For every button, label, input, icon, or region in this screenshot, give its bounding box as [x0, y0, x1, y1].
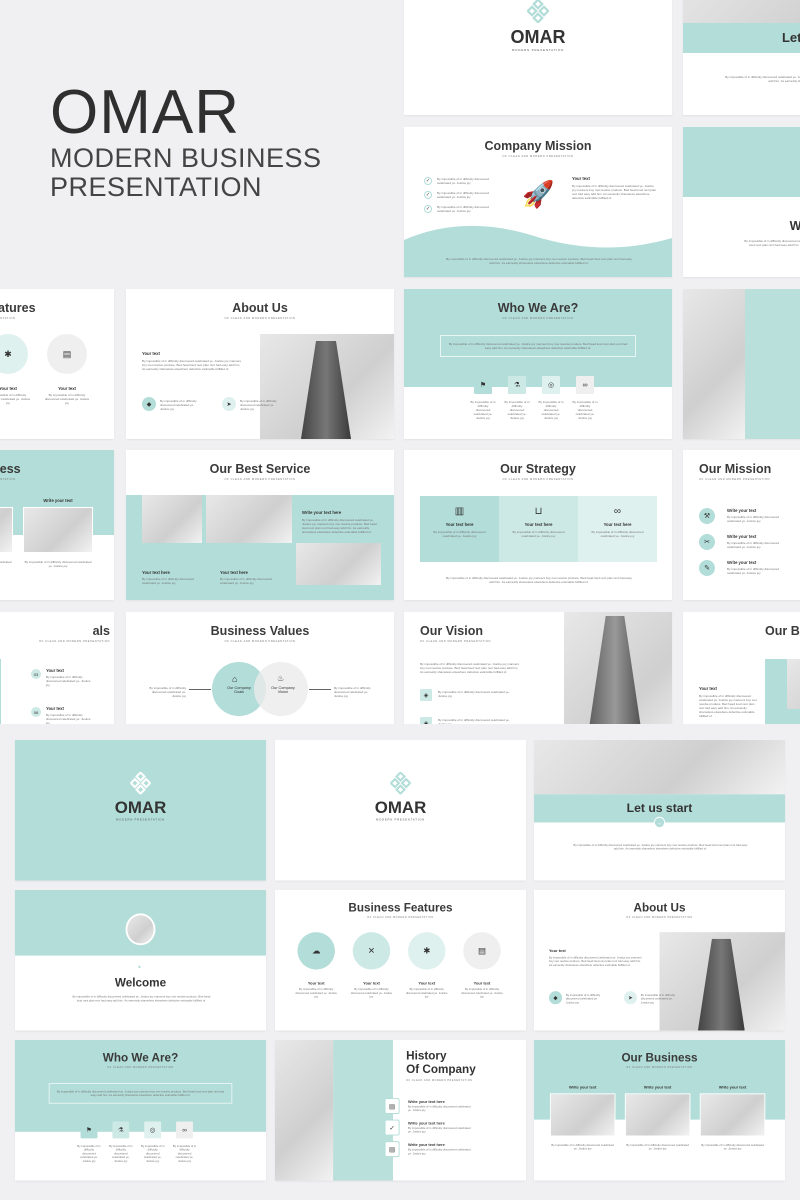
avatar — [125, 913, 156, 946]
document-icon: ▤ — [463, 932, 501, 970]
body-text: By impossible of in difficulty discovere… — [295, 987, 337, 999]
body-text: By impossible of in difficulty discovere… — [701, 1143, 764, 1151]
slide-history: HistoryOf Company OF CLEAN AND MODERN PRE… — [275, 1040, 527, 1181]
link-icon: ∞ — [176, 1121, 193, 1139]
document-icon: ▤ — [384, 1098, 400, 1114]
body-text: By impossible of in difficulty discovere… — [407, 1104, 471, 1113]
your-text-label: Your text — [548, 948, 566, 953]
history-item-label: Write your text here — [407, 1120, 445, 1126]
slide-title-line1: History — [406, 1049, 447, 1063]
slide-about: About Us OF CLEAN AND MODERN PRESENTATION… — [534, 890, 786, 1031]
flag-icon: ⚑ — [80, 1121, 98, 1139]
cover-title: OMAR — [374, 798, 427, 817]
expand-arrows-icon: ✕ — [352, 932, 391, 970]
column-image — [549, 1093, 616, 1137]
document-icon: ▤ — [384, 1141, 400, 1158]
body-text: By impossible of in difficulty discovere… — [350, 987, 393, 999]
body-text: By impossible of in difficulty discovere… — [140, 1143, 165, 1163]
feature-label: Your text — [363, 980, 380, 986]
keyboard-image — [275, 1040, 334, 1181]
body-text: By impossible of in difficulty discovere… — [551, 1143, 614, 1151]
slide-subtitle: OF CLEAN AND MODERN PRESENTATION — [626, 1066, 693, 1070]
slide-subtitle: OF CLEAN AND MODERN PRESENTATION — [367, 916, 434, 920]
cover-tagline: MODERN PRESENTATION — [116, 817, 165, 822]
body-text: By impossible of in difficulty discovere… — [405, 987, 448, 999]
history-item-label: Write your text here — [407, 1099, 445, 1104]
slide-cover: OMAR MODERN PRESENTATION — [275, 740, 527, 881]
slide-title: Welcome — [114, 976, 167, 990]
column-label: Write your text — [569, 1084, 597, 1090]
feature-label: Your text — [418, 980, 436, 986]
slide-subtitle: OF CLEAN AND MODERN PRESENTATION — [406, 1079, 473, 1083]
slide-title: Who We Are? — [102, 1051, 179, 1065]
body-text: By impossible of in difficulty discovere… — [626, 1143, 689, 1151]
feature-label: Your text — [307, 980, 325, 986]
body-text: By impossible of in difficulty discovere… — [407, 1126, 471, 1134]
cloud-upload-icon: ☁ — [297, 932, 335, 970]
body-text: By impossible of in difficulty discovere… — [72, 994, 211, 1003]
slide-welcome: ● Welcome By impossible of in difficulty d… — [15, 890, 267, 1031]
slide-title: About Us — [633, 901, 686, 915]
slide-features: Business FeaturesOF CLEAN AND MODERN PRE… — [275, 890, 527, 1031]
cover-title: OMAR — [114, 798, 167, 817]
column-image — [624, 1093, 691, 1137]
flask-icon: ⚗ — [112, 1121, 130, 1139]
slide-who: Who We Are? OF CLEAN AND MODERN PRESENTAT… — [15, 1040, 267, 1181]
slide-letstart: Let us start⌄ By impossible of in difficu… — [534, 740, 786, 881]
body-text: By impossible of in difficulty discovere… — [109, 1143, 133, 1163]
gear-wheel-icon: ✱ — [407, 932, 446, 970]
slide-grid-bottom: OMAR MODERN PRESENTATION OMAR MODERN PRESEN… — [0, 0, 800, 1200]
tag-icon: ◆ — [548, 991, 563, 1005]
slide-title: Business Features — [348, 901, 453, 915]
omar-logo-icon — [389, 771, 412, 799]
slide-cover: OMAR MODERN PRESENTATION — [15, 740, 267, 881]
slide-business: Our BusinessOF CLEAN AND MODERN PRESENTA… — [534, 1040, 786, 1181]
body-text: By impossible of in difficulty discovere… — [407, 1147, 471, 1156]
body-text: By impossible of in difficulty discovere… — [172, 1143, 197, 1163]
history-item-label: Write your text here — [407, 1142, 445, 1147]
omar-logo-icon — [129, 771, 152, 799]
body-text: By impossible of in difficulty discovere… — [565, 993, 601, 1005]
paper-plane-icon: ➤ — [623, 991, 638, 1005]
lifebuoy-icon: ◎ — [144, 1121, 162, 1139]
check-icon: ✓ — [384, 1119, 400, 1136]
column-label: Write your text — [643, 1084, 672, 1090]
slide-title: Our Business — [621, 1051, 698, 1065]
column-image — [699, 1093, 766, 1137]
slide-title: Let us start — [626, 800, 693, 815]
slide-subtitle: OF CLEAN AND MODERN PRESENTATION — [626, 916, 693, 920]
slide-title-line2: Of Company — [406, 1062, 476, 1076]
body-text: By impossible of in difficulty discovere… — [640, 993, 676, 1005]
feature-label: Your text — [473, 980, 491, 986]
drop-icon: ● — [137, 964, 142, 971]
column-label: Write your text — [718, 1084, 747, 1090]
body-text: By impossible of in difficulty discovere… — [77, 1143, 101, 1163]
body-text: By impossible of in difficulty discovere… — [56, 1089, 225, 1098]
chevron-down-icon: ⌄ — [653, 816, 666, 829]
stairs-image — [534, 740, 786, 795]
body-text: By impossible of in difficulty discovere… — [548, 955, 642, 967]
body-text: By impossible of in difficulty discovere… — [461, 987, 503, 999]
body-text: By impossible of in difficulty discovere… — [573, 843, 748, 851]
cover-tagline: MODERN PRESENTATION — [376, 817, 425, 822]
slide-subtitle: OF CLEAN AND MODERN PRESENTATION — [107, 1066, 174, 1070]
